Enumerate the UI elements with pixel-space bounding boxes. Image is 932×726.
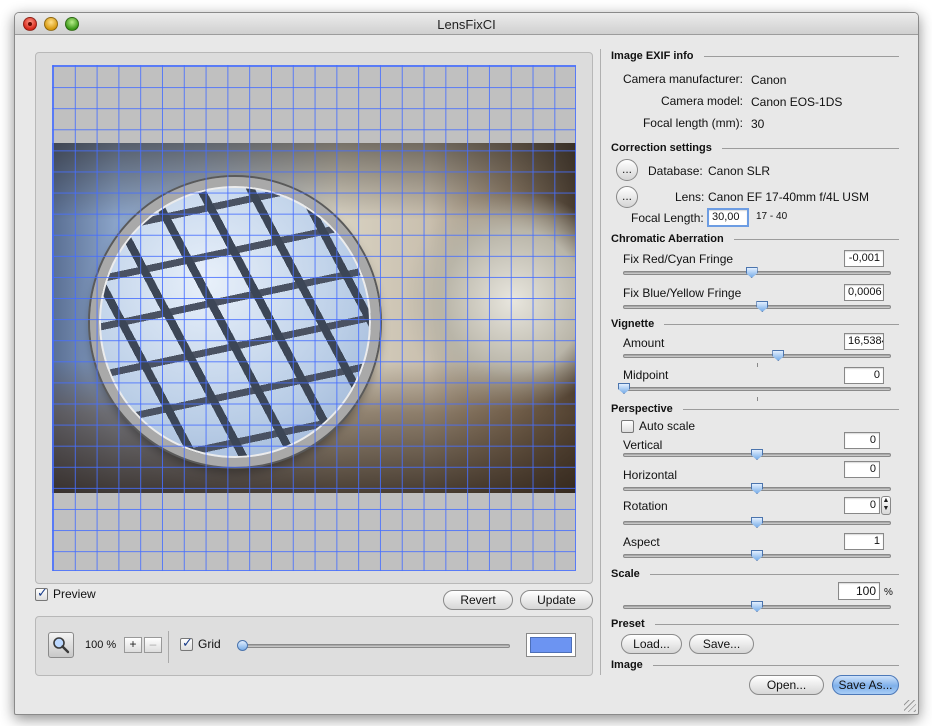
midpoint-slider-tick (757, 397, 758, 401)
grid-label: Grid (198, 637, 221, 651)
lens-label: Lens: (675, 190, 705, 204)
aspect-label: Aspect (623, 535, 660, 549)
blue-yellow-slider[interactable] (623, 301, 891, 312)
database-value: Canon SLR (708, 164, 771, 178)
amount-label: Amount (623, 336, 665, 350)
grid-checkbox[interactable] (180, 635, 193, 651)
horizontal-input[interactable]: 0 (844, 461, 880, 478)
zoom-out-button[interactable]: – (144, 637, 162, 653)
app-window: LensFixCI Preview Revert Update 100 % + … (14, 12, 919, 715)
aspect-input[interactable]: 1 (844, 533, 884, 550)
blue-yellow-slider-knob[interactable] (756, 301, 769, 312)
red-cyan-slider-knob[interactable] (745, 267, 758, 278)
midpoint-input[interactable]: 0 (844, 367, 884, 384)
scale-slider[interactable] (623, 601, 891, 612)
amount-slider-tick (757, 363, 758, 367)
vertical-input[interactable]: 0 (844, 432, 880, 449)
rotation-slider[interactable] (623, 517, 891, 528)
vertical-label: Vertical (623, 438, 663, 452)
blue-yellow-label: Fix Blue/Yellow Fringe (623, 286, 742, 300)
grid-checkbox-row[interactable]: Grid (180, 635, 221, 651)
image-open-button[interactable]: Open... (749, 675, 824, 695)
scale-unit: % (884, 587, 893, 598)
chromatic-section-header: Chromatic Aberration (611, 233, 899, 245)
correction-section-header: Correction settings (611, 142, 899, 154)
scale-slider-knob[interactable] (751, 601, 763, 612)
grid-color-swatch (530, 637, 572, 653)
rotation-slider-knob[interactable] (751, 517, 763, 528)
grid-overlay (52, 65, 576, 571)
exif-section-header: Image EXIF info (611, 50, 899, 62)
preset-load-button[interactable]: Load... (621, 634, 682, 654)
vertical-slider[interactable] (623, 449, 891, 460)
image-save-as-button[interactable]: Save As... (832, 675, 899, 695)
amount-slider-knob[interactable] (772, 350, 785, 361)
lens-focal-range: 17 - 40 (756, 211, 788, 222)
red-cyan-label: Fix Red/Cyan Fringe (623, 252, 734, 266)
manufacturer-label: Camera manufacturer: (622, 72, 743, 86)
preview-label: Preview (53, 587, 96, 601)
database-choose-button[interactable]: ... (616, 159, 638, 181)
amount-input[interactable]: 16,5384 (844, 333, 884, 350)
resize-grip[interactable] (904, 700, 916, 712)
scale-input[interactable]: 100 (838, 582, 880, 600)
midpoint-slider[interactable] (618, 383, 891, 394)
autoscale-checkbox[interactable] (621, 419, 634, 433)
magnifier-icon (53, 637, 70, 654)
grid-size-slider[interactable] (237, 640, 510, 651)
settings-panel: Image EXIF info Camera manufacturer: Can… (611, 13, 911, 714)
midpoint-label: Midpoint (623, 368, 669, 382)
rotation-input[interactable]: 0 (844, 497, 880, 514)
aspect-slider-knob[interactable] (751, 550, 763, 561)
amount-slider[interactable] (623, 350, 891, 361)
toolbar-separator (168, 631, 169, 663)
scale-section-header: Scale (611, 568, 899, 580)
preview-checkbox-row[interactable]: Preview (35, 585, 96, 601)
midpoint-slider-knob[interactable] (618, 383, 630, 394)
focal-length-label: Focal length (mm): (642, 116, 743, 130)
update-button[interactable]: Update (520, 590, 593, 610)
lens-choose-button[interactable]: ... (616, 186, 638, 208)
blue-yellow-input[interactable]: 0,0006 (844, 284, 884, 301)
perspective-section-header: Perspective (611, 403, 899, 415)
zoom-in-button[interactable]: + (124, 637, 142, 653)
image-preview[interactable] (52, 65, 576, 571)
rotation-stepper[interactable]: ▲ ▼ (881, 496, 891, 515)
preview-checkbox[interactable] (35, 585, 48, 601)
zoom-tool-button[interactable] (48, 632, 74, 658)
preset-section-header: Preset (611, 618, 899, 630)
view-toolbar: 100 % + – Grid (35, 616, 593, 676)
zoom-level: 100 % (85, 639, 117, 651)
lens-focal-length-label: Focal Length: (631, 211, 704, 225)
lens-focal-length-input[interactable]: 30,00 (707, 208, 749, 227)
horizontal-slider[interactable] (623, 483, 891, 494)
rotation-label: Rotation (623, 499, 668, 513)
aspect-slider[interactable] (623, 550, 891, 561)
image-section-header: Image (611, 659, 899, 671)
vertical-slider-knob[interactable] (751, 449, 763, 460)
horizontal-slider-knob[interactable] (751, 483, 763, 494)
model-value: Canon EOS-1DS (751, 95, 843, 109)
grid-color-well[interactable] (526, 633, 576, 657)
red-cyan-input[interactable]: -0,001 (844, 250, 884, 267)
vignette-section-header: Vignette (611, 318, 899, 330)
focal-length-value: 30 (751, 117, 765, 131)
preset-save-button[interactable]: Save... (689, 634, 754, 654)
lens-value: Canon EF 17-40mm f/4L USM (708, 190, 869, 204)
database-label: Database: (648, 164, 703, 178)
model-label: Camera model: (660, 94, 743, 108)
manufacturer-value: Canon (751, 73, 787, 87)
horizontal-label: Horizontal (623, 468, 678, 482)
autoscale-checkbox-row[interactable]: Auto scale (621, 419, 695, 433)
red-cyan-slider[interactable] (623, 267, 891, 278)
autoscale-label: Auto scale (639, 419, 696, 433)
grid-size-slider-knob[interactable] (237, 640, 248, 651)
panel-divider (600, 49, 601, 675)
revert-button[interactable]: Revert (443, 590, 513, 610)
